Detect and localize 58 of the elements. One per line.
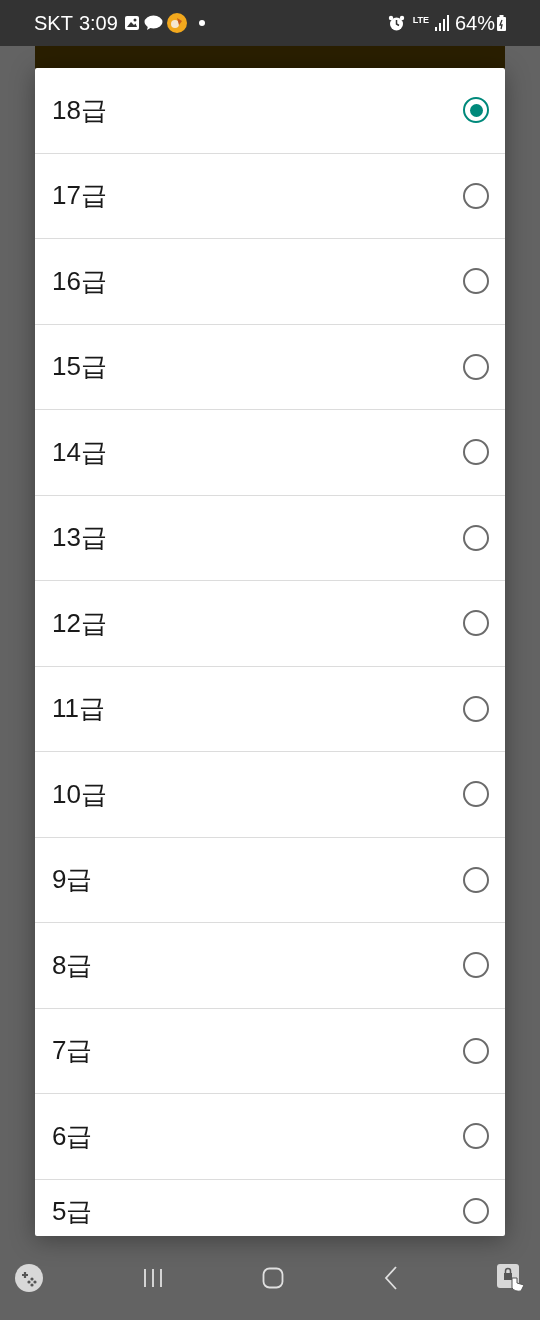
option-label: 12급 [52, 606, 107, 640]
option-row[interactable]: 10급 [35, 752, 505, 838]
option-label: 10급 [52, 777, 107, 811]
option-row[interactable]: 13급 [35, 495, 505, 581]
battery-text: 64% [454, 11, 495, 36]
radio-button[interactable] [463, 524, 489, 551]
option-label: 6급 [52, 1119, 93, 1153]
gallery-icon [123, 15, 140, 31]
carrier-text: SKT [34, 11, 73, 36]
option-row[interactable]: 5급 [35, 1179, 505, 1236]
radio-button[interactable] [463, 353, 489, 380]
radio-button[interactable] [463, 1197, 489, 1224]
option-label: 7급 [52, 1034, 93, 1068]
option-row[interactable]: 9급 [35, 837, 505, 923]
screen-lock-icon[interactable] [497, 1264, 525, 1292]
dot-icon [198, 20, 205, 26]
option-row[interactable]: 18급 [35, 68, 505, 154]
radio-button[interactable] [463, 97, 489, 124]
alarm-icon [387, 14, 405, 32]
option-row[interactable]: 8급 [35, 923, 505, 1009]
option-label: 17급 [52, 179, 107, 213]
gamepad-icon[interactable] [15, 1264, 43, 1292]
option-label: 18급 [52, 93, 107, 127]
option-row[interactable]: 7급 [35, 1008, 505, 1094]
radio-button[interactable] [463, 439, 489, 466]
option-row[interactable]: 14급 [35, 410, 505, 496]
option-label: 13급 [52, 521, 107, 555]
radio-button[interactable] [463, 268, 489, 295]
option-label: 5급 [52, 1194, 93, 1228]
radio-button[interactable] [463, 1037, 489, 1064]
network-text: LTE [412, 15, 429, 25]
option-row[interactable]: 6급 [35, 1094, 505, 1180]
option-row[interactable]: 12급 [35, 581, 505, 667]
radio-button[interactable] [463, 866, 489, 893]
battery-icon [497, 15, 506, 31]
clock-text: 3:09 [78, 11, 118, 36]
radio-button[interactable] [463, 610, 489, 637]
radio-button[interactable] [463, 182, 489, 209]
option-label: 11급 [52, 692, 105, 726]
option-label: 16급 [52, 264, 107, 298]
chat-icon [143, 15, 163, 31]
app-icon [166, 13, 187, 33]
option-label: 14급 [52, 435, 107, 469]
radio-button[interactable] [463, 1123, 489, 1150]
radio-button[interactable] [463, 695, 489, 722]
option-label: 8급 [52, 948, 93, 982]
option-row[interactable]: 15급 [35, 324, 505, 410]
home-icon[interactable] [262, 1267, 284, 1289]
radio-button[interactable] [463, 781, 489, 808]
recent-apps-icon[interactable] [142, 1268, 163, 1288]
signal-icon [434, 15, 449, 31]
option-label: 15급 [52, 350, 107, 384]
option-row[interactable]: 11급 [35, 666, 505, 752]
option-row[interactable]: 17급 [35, 153, 505, 239]
option-label: 9급 [52, 863, 93, 897]
option-row[interactable]: 16급 [35, 239, 505, 325]
radio-button[interactable] [463, 952, 489, 979]
back-icon[interactable] [383, 1266, 398, 1290]
